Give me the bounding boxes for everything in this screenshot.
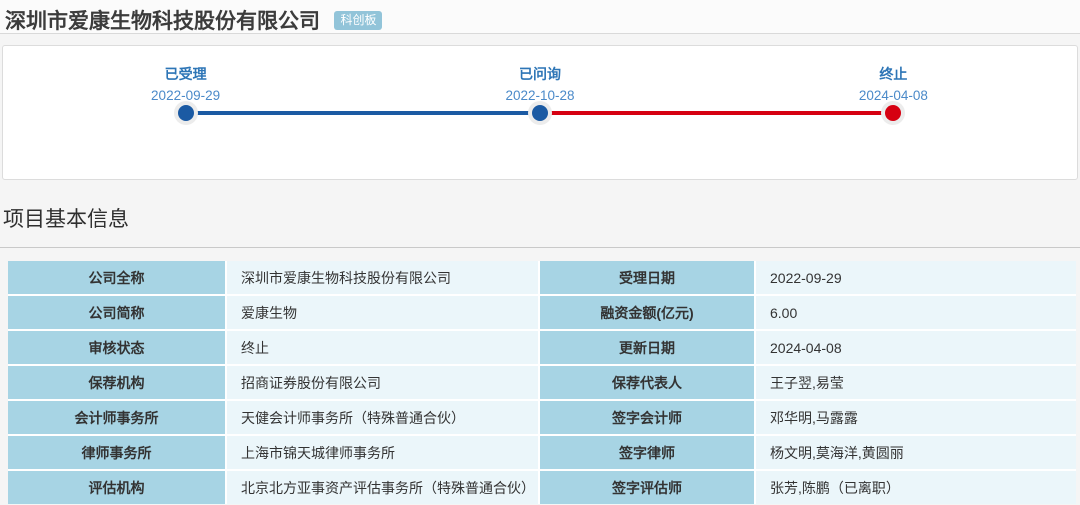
field-value: 北京北方亚事资产评估事务所（特殊普通合伙）: [227, 471, 538, 504]
timeline-dot-inquired: [532, 105, 548, 121]
page-title: 深圳市爱康生物科技股份有限公司: [5, 5, 320, 35]
field-value: 2022-09-29: [756, 261, 1076, 294]
project-info-table: 公司全称 深圳市爱康生物科技股份有限公司 受理日期 2022-09-29 公司简…: [8, 261, 1076, 504]
field-value: 招商证券股份有限公司: [227, 366, 538, 399]
timeline-segment-red: [540, 111, 893, 115]
stage-accepted: 已受理 2022-09-29: [76, 64, 296, 103]
field-label: 保荐代表人: [540, 366, 754, 399]
field-value: 张芳,陈鹏（已离职）: [756, 471, 1076, 504]
stage-label: 已问询: [430, 64, 650, 84]
field-value: 2024-04-08: [756, 331, 1076, 364]
field-label: 融资金额(亿元): [540, 296, 754, 329]
section-divider: [0, 247, 1080, 248]
field-value: 天健会计师事务所（特殊普通合伙）: [227, 401, 538, 434]
field-label: 审核状态: [8, 331, 225, 364]
field-label: 更新日期: [540, 331, 754, 364]
field-value: 6.00: [756, 296, 1076, 329]
field-label: 签字律师: [540, 436, 754, 469]
field-label: 公司全称: [8, 261, 225, 294]
timeline-dot-terminated: [885, 105, 901, 121]
field-label: 签字评估师: [540, 471, 754, 504]
field-value: 深圳市爱康生物科技股份有限公司: [227, 261, 538, 294]
stage-date: 2022-10-28: [430, 88, 650, 103]
stage-label: 已受理: [76, 64, 296, 84]
field-label: 签字会计师: [540, 401, 754, 434]
board-badge: 科创板: [334, 11, 382, 30]
review-timeline: 已受理 2022-09-29 已问询 2022-10-28 终止 2024-04…: [2, 45, 1078, 180]
field-value: 王子翌,易莹: [756, 366, 1076, 399]
field-label: 受理日期: [540, 261, 754, 294]
stage-label: 终止: [783, 64, 1003, 84]
stage-date: 2024-04-08: [783, 88, 1003, 103]
timeline-segment-blue: [186, 111, 540, 115]
field-label: 保荐机构: [8, 366, 225, 399]
stage-inquired: 已问询 2022-10-28: [430, 64, 650, 103]
field-label: 律师事务所: [8, 436, 225, 469]
field-value: 杨文明,莫海洋,黄圆丽: [756, 436, 1076, 469]
stage-date: 2022-09-29: [76, 88, 296, 103]
timeline-dot-accepted: [178, 105, 194, 121]
field-value: 终止: [227, 331, 538, 364]
field-label: 评估机构: [8, 471, 225, 504]
field-value: 上海市锦天城律师事务所: [227, 436, 538, 469]
section-title: 项目基本信息: [3, 206, 1080, 234]
field-value: 邓华明,马露露: [756, 401, 1076, 434]
page-header: 深圳市爱康生物科技股份有限公司 科创板: [0, 0, 1080, 34]
field-label: 公司简称: [8, 296, 225, 329]
stage-terminated: 终止 2024-04-08: [783, 64, 1003, 103]
field-label: 会计师事务所: [8, 401, 225, 434]
field-value: 爱康生物: [227, 296, 538, 329]
